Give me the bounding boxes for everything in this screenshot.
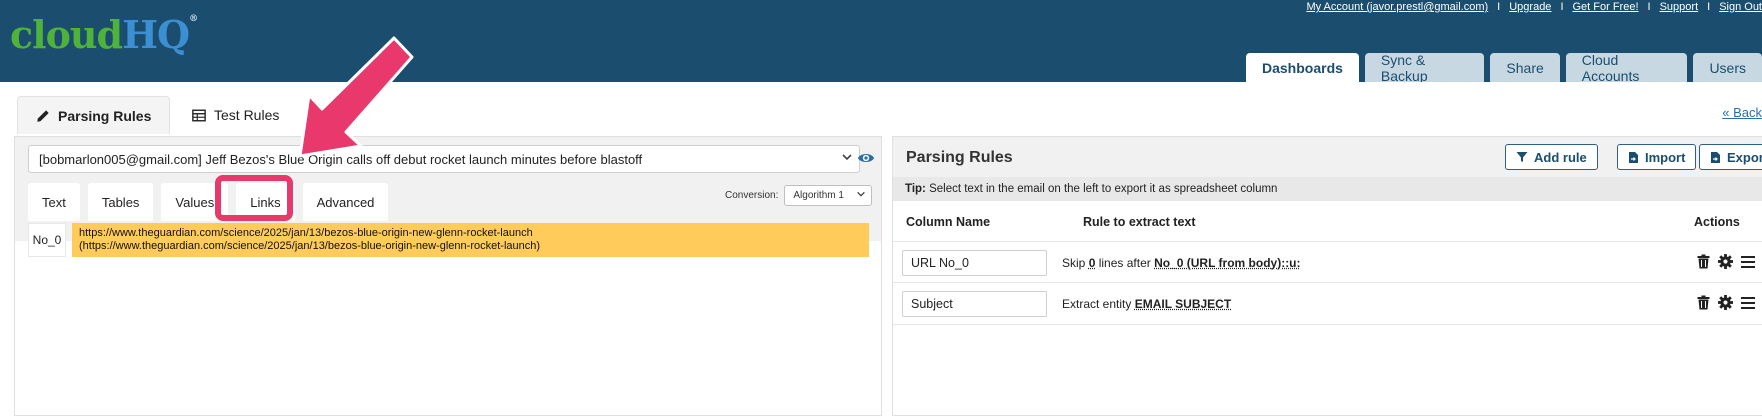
export-label: Export [1727, 149, 1762, 165]
export-button[interactable]: Export [1699, 144, 1762, 170]
sub-tab-bar: Parsing Rules Test Rules « Back [0, 82, 1762, 134]
rule-header: Rule to extract text [1083, 215, 1196, 229]
tip-text: Select text in the email on the left to … [925, 183, 1278, 195]
tab-advanced[interactable]: Advanced [302, 183, 389, 221]
rule-text[interactable]: Extract entity EMAIL SUBJECT [1062, 297, 1231, 311]
conversion-label: Conversion: [725, 190, 779, 201]
tab-cloud-accounts[interactable]: Cloud Accounts [1565, 52, 1688, 84]
rule-actions [1697, 254, 1755, 269]
main-tabs: Dashboards Sync & Backup Share Cloud Acc… [1246, 52, 1762, 84]
top-links: My Account (javor.prestl@gmail.com) I Up… [1306, 0, 1762, 14]
upgrade-link[interactable]: Upgrade [1509, 1, 1551, 13]
trash-icon[interactable] [1697, 254, 1710, 269]
import-label: Import [1645, 149, 1686, 165]
app-header: cloudHQ® My Account (javor.prestl@gmail.… [0, 0, 1762, 84]
tab-test-rules[interactable]: Test Rules [190, 96, 300, 134]
parsing-rules-title: Parsing Rules [906, 149, 1013, 166]
logo-part-cloud: cloud [10, 12, 123, 57]
column-name-input[interactable]: Subject [902, 291, 1047, 317]
import-button[interactable]: Import [1617, 144, 1697, 170]
extracted-row-label: No_0 [28, 223, 66, 257]
rule-actions [1697, 295, 1755, 310]
conversion-select-value: Algorithm 1 [793, 190, 844, 201]
links-tab-highlight [215, 175, 293, 221]
rule-text[interactable]: Skip 0 lines after No_0 (URL from body):… [1062, 256, 1301, 270]
file-export-icon [1711, 151, 1720, 163]
gear-icon[interactable] [1718, 254, 1733, 269]
rule-row: URL No_0 Skip 0 lines after No_0 (URL fr… [893, 241, 1762, 283]
email-select[interactable]: [bobmarlon005@gmail.com] Jeff Bezos's Bl… [28, 145, 860, 173]
tab-share[interactable]: Share [1490, 53, 1560, 82]
rule-row: Subject Extract entity EMAIL SUBJECT [893, 283, 1762, 325]
link-separator: I [1560, 1, 1564, 13]
tab-text[interactable]: Text [28, 183, 80, 221]
gear-icon[interactable] [1718, 295, 1733, 310]
rule-target: No_0 (URL from body)::u: [1154, 256, 1301, 270]
column-name-header: Column Name [906, 215, 991, 229]
tip-label: Tip: [905, 183, 926, 195]
parsing-rules-panel: Parsing Rules Add rule Import Export Tip… [892, 136, 1762, 416]
my-account-link[interactable]: My Account (javor.prestl@gmail.com) [1306, 1, 1488, 13]
get-for-free-link[interactable]: Get For Free! [1573, 1, 1639, 13]
content-tabs: Text Tables Values Links Advanced [28, 183, 396, 221]
pencil-icon [37, 109, 49, 122]
support-link[interactable]: Support [1660, 1, 1699, 13]
cloudhq-logo[interactable]: cloudHQ® [10, 12, 198, 57]
drag-handle-icon[interactable] [1741, 255, 1755, 268]
logo-part-hq: HQ [122, 12, 190, 57]
email-select-value: [bobmarlon005@gmail.com] Jeff Bezos's Bl… [39, 151, 643, 167]
eye-icon[interactable] [857, 149, 875, 167]
add-rule-button[interactable]: Add rule [1505, 144, 1598, 170]
rule-text-part: Extract entity [1062, 297, 1135, 311]
file-import-icon [1629, 151, 1638, 163]
actions-header: Actions [1694, 215, 1740, 229]
link-separator: I [1647, 1, 1651, 13]
extracted-link-line: (https://www.theguardian.com/science/202… [79, 240, 541, 252]
tab-dashboards[interactable]: Dashboards [1246, 53, 1359, 82]
extracted-link-line: https://www.theguardian.com/science/2025… [79, 227, 533, 239]
tab-parsing-rules[interactable]: Parsing Rules [17, 96, 170, 134]
add-rule-label: Add rule [1534, 149, 1587, 165]
chevron-down-icon [856, 189, 866, 202]
extracted-link-value[interactable]: https://www.theguardian.com/science/2025… [72, 223, 869, 257]
tab-tables[interactable]: Tables [87, 183, 154, 221]
filter-icon [1516, 152, 1528, 162]
tab-sync-backup[interactable]: Sync & Backup [1364, 52, 1485, 84]
tab-parsing-rules-label: Parsing Rules [58, 107, 152, 124]
link-separator: I [1497, 1, 1501, 13]
rule-text-part: lines after [1095, 256, 1155, 270]
conversion-control: Conversion: Algorithm 1 [725, 185, 873, 206]
rule-text-part: Skip [1062, 256, 1089, 270]
link-separator: I [1707, 1, 1711, 13]
sign-out-link[interactable]: Sign Out [1719, 1, 1762, 13]
tab-users[interactable]: Users [1693, 53, 1762, 82]
parsing-rules-header: Parsing Rules Add rule Import Export [893, 137, 1762, 177]
tip-bar: Tip: Select text in the email on the lef… [893, 177, 1762, 201]
chevron-down-icon [841, 151, 853, 166]
rule-target: EMAIL SUBJECT [1134, 297, 1232, 311]
trash-icon[interactable] [1697, 295, 1710, 310]
column-name-input[interactable]: URL No_0 [902, 250, 1047, 276]
table-icon [192, 109, 206, 121]
email-panel: [bobmarlon005@gmail.com] Jeff Bezos's Bl… [14, 136, 882, 416]
conversion-select[interactable]: Algorithm 1 [784, 185, 873, 206]
logo-registered-mark: ® [189, 14, 198, 24]
drag-handle-icon[interactable] [1741, 296, 1755, 309]
back-link[interactable]: « Back [1722, 105, 1762, 120]
tab-test-rules-label: Test Rules [214, 107, 280, 123]
